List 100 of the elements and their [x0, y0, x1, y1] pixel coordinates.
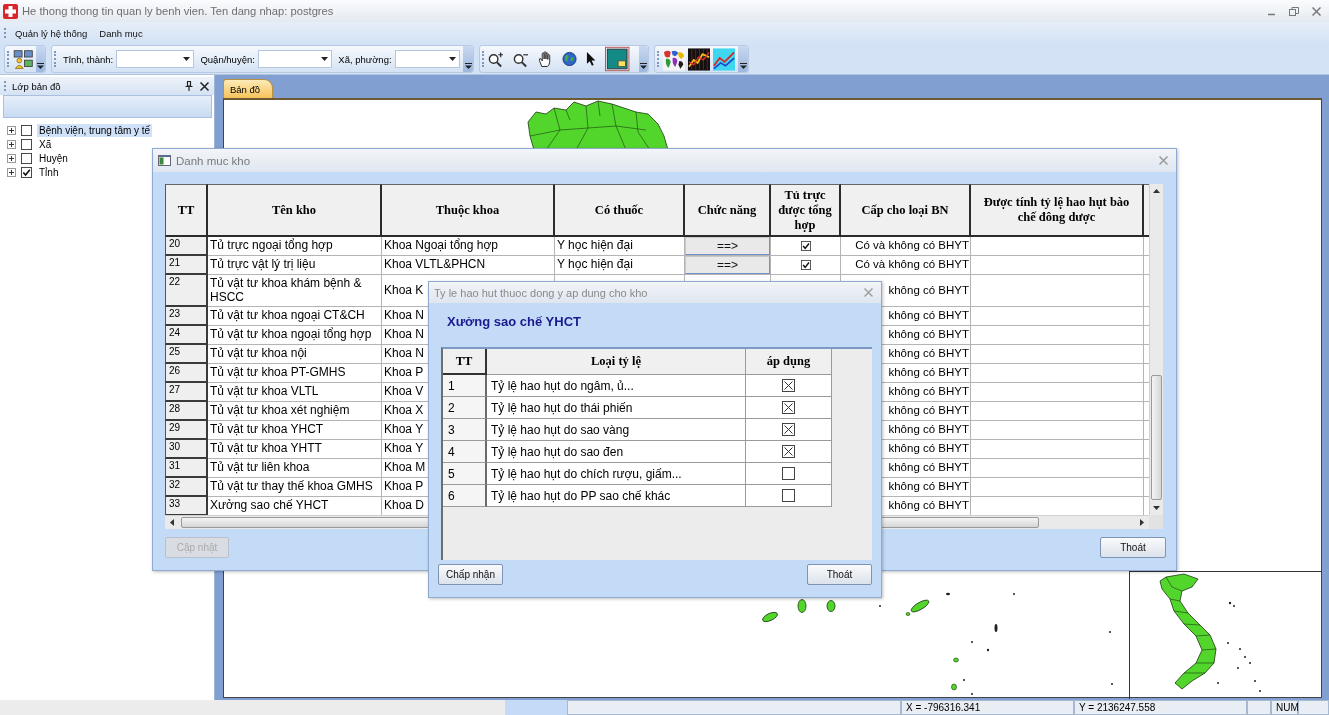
checkbox[interactable] — [782, 489, 795, 502]
overflow-button[interactable] — [36, 46, 45, 72]
button[interactable]: Thoát — [1100, 536, 1166, 558]
line-chart-icon[interactable] — [688, 47, 711, 71]
column-header[interactable] — [1144, 184, 1149, 237]
column-header[interactable]: Được tính tỷ lệ hao hụt bào chế đông dược — [971, 184, 1144, 237]
checkbox[interactable] — [800, 260, 811, 270]
row-header: 24 — [165, 326, 208, 345]
column-header[interactable]: Tên kho — [208, 184, 382, 237]
row-header: 27 — [165, 383, 208, 402]
close-icon[interactable] — [200, 81, 209, 91]
expand-icon[interactable] — [7, 153, 16, 163]
dialog-title: Ty le hao hut thuoc dong y ap dung cho kho — [434, 286, 649, 299]
layer-item[interactable]: Xã — [37, 137, 54, 151]
menu-item[interactable]: Quản lý hệ thống — [9, 25, 94, 41]
table-cell: không có BHYT — [888, 404, 969, 418]
status-text: X = -796316.341 — [901, 700, 1074, 715]
overflow-button[interactable] — [463, 46, 473, 72]
table-cell: Khoa M — [384, 461, 426, 475]
menu-item[interactable]: Danh mục — [93, 25, 149, 41]
column-header[interactable]: áp dụng — [746, 349, 832, 375]
table-cell: Khoa V — [384, 385, 424, 399]
table-cell: Khoa K — [384, 283, 424, 298]
right-arrow-icon[interactable] — [1140, 519, 1144, 526]
row-header: 32 — [165, 478, 208, 497]
column-header[interactable]: Loại tỷ lệ — [487, 349, 746, 375]
table-cell: Tủ vật tư liên khoa — [210, 461, 310, 475]
row-header: 20 — [165, 237, 208, 256]
table-cell: Tỷ lệ hao hụt do thái phiến — [491, 400, 633, 415]
expand-icon[interactable] — [7, 139, 16, 149]
checkbox[interactable] — [800, 241, 811, 251]
tab[interactable]: Bản đồ — [223, 79, 274, 98]
pointer-icon[interactable] — [585, 51, 597, 67]
row-header: 6 — [443, 485, 487, 507]
dialog-title: Danh muc kho — [176, 154, 252, 167]
action-button[interactable]: ==> — [685, 237, 770, 255]
medical-cross-icon — [3, 3, 18, 19]
restore-icon[interactable] — [1289, 6, 1299, 16]
table-cell: Tỷ lệ hao hụt do sao vàng — [491, 422, 630, 437]
vertical-scrollbar[interactable] — [1149, 184, 1163, 515]
layer-item[interactable]: Bệnh viện, trung tâm y tế — [37, 123, 153, 137]
column-header[interactable]: Thuộc khoa — [382, 184, 555, 237]
checkbox[interactable] — [782, 379, 795, 392]
status-text: NUM — [1271, 700, 1298, 715]
table-cell: Tủ vật tư khoa xét nghiệm — [210, 404, 350, 418]
overflow-button[interactable] — [738, 46, 748, 72]
expand-icon[interactable] — [7, 167, 16, 177]
swatch-icon[interactable] — [605, 46, 630, 72]
checkbox[interactable] — [782, 467, 795, 480]
table-cell: Khoa Y — [384, 442, 424, 456]
globe-icon[interactable] — [561, 51, 577, 67]
expand-icon[interactable] — [7, 125, 16, 135]
overview-map[interactable] — [1129, 571, 1322, 699]
pin-icon[interactable] — [185, 81, 193, 91]
scrollbar-thumb[interactable] — [1151, 375, 1162, 500]
table-cell: không có BHYT — [888, 423, 969, 437]
caret-icon — [639, 63, 647, 69]
world-map-icon[interactable] — [663, 47, 686, 71]
layer-item[interactable]: Huyện — [37, 151, 70, 165]
layer-item[interactable]: Tỉnh — [37, 165, 61, 179]
panel-title: Lớp bản đồ — [12, 80, 62, 92]
button[interactable]: Thoát — [807, 564, 872, 585]
column-header[interactable]: TT — [443, 349, 487, 375]
table-cell: Y học hiện đại — [557, 239, 633, 253]
checkbox[interactable] — [782, 445, 795, 458]
column-header[interactable]: Có thuốc — [555, 184, 685, 237]
row-header: 23 — [165, 307, 208, 326]
checkbox[interactable] — [21, 166, 32, 178]
table-cell: không có BHYT — [888, 385, 969, 399]
status-panel — [1247, 700, 1271, 715]
checkbox[interactable] — [782, 401, 795, 414]
checkbox[interactable] — [21, 152, 32, 164]
table-cell: Có và không có BHYT — [855, 258, 969, 272]
left-arrow-icon[interactable] — [170, 519, 174, 526]
down-arrow-icon[interactable] — [1153, 506, 1160, 510]
checkbox[interactable] — [21, 138, 32, 150]
column-header[interactable]: Cấp cho loại BN — [841, 184, 971, 237]
table-cell-text: Tủ vật tư khoa khám bệnh & HSCC — [210, 277, 363, 304]
button[interactable]: Chấp nhận — [438, 564, 503, 585]
row-header: 21 — [165, 256, 208, 275]
table-cell: Tỷ lệ hao hụt do chích rượu, giấm... — [491, 466, 682, 481]
checkbox[interactable] — [782, 423, 795, 436]
checkbox[interactable] — [21, 124, 32, 136]
zoom-in-icon[interactable] — [488, 50, 504, 68]
table-cell: Tủ vật tư khoa ngoại tổng hợp — [210, 328, 372, 342]
column-header[interactable]: Tủ trực được tổng hợp — [771, 184, 841, 237]
column-header[interactable]: TT — [165, 184, 208, 237]
hand-icon[interactable] — [537, 50, 553, 68]
action-button[interactable]: ==> — [685, 256, 770, 274]
row-header: 22 — [165, 275, 208, 307]
table-cell: không có BHYT — [888, 442, 969, 456]
caret-icon — [464, 63, 472, 69]
row-header: 4 — [443, 441, 487, 463]
row-header: 1 — [443, 375, 487, 397]
computers-icon[interactable] — [13, 47, 34, 71]
table-cell: Tủ vật tư thay thế khoa GMHS — [210, 480, 373, 494]
overflow-button[interactable] — [638, 46, 648, 72]
line-chart-icon[interactable] — [713, 47, 736, 71]
column-header[interactable]: Chức năng — [685, 184, 771, 237]
up-arrow-icon[interactable] — [1153, 189, 1160, 193]
